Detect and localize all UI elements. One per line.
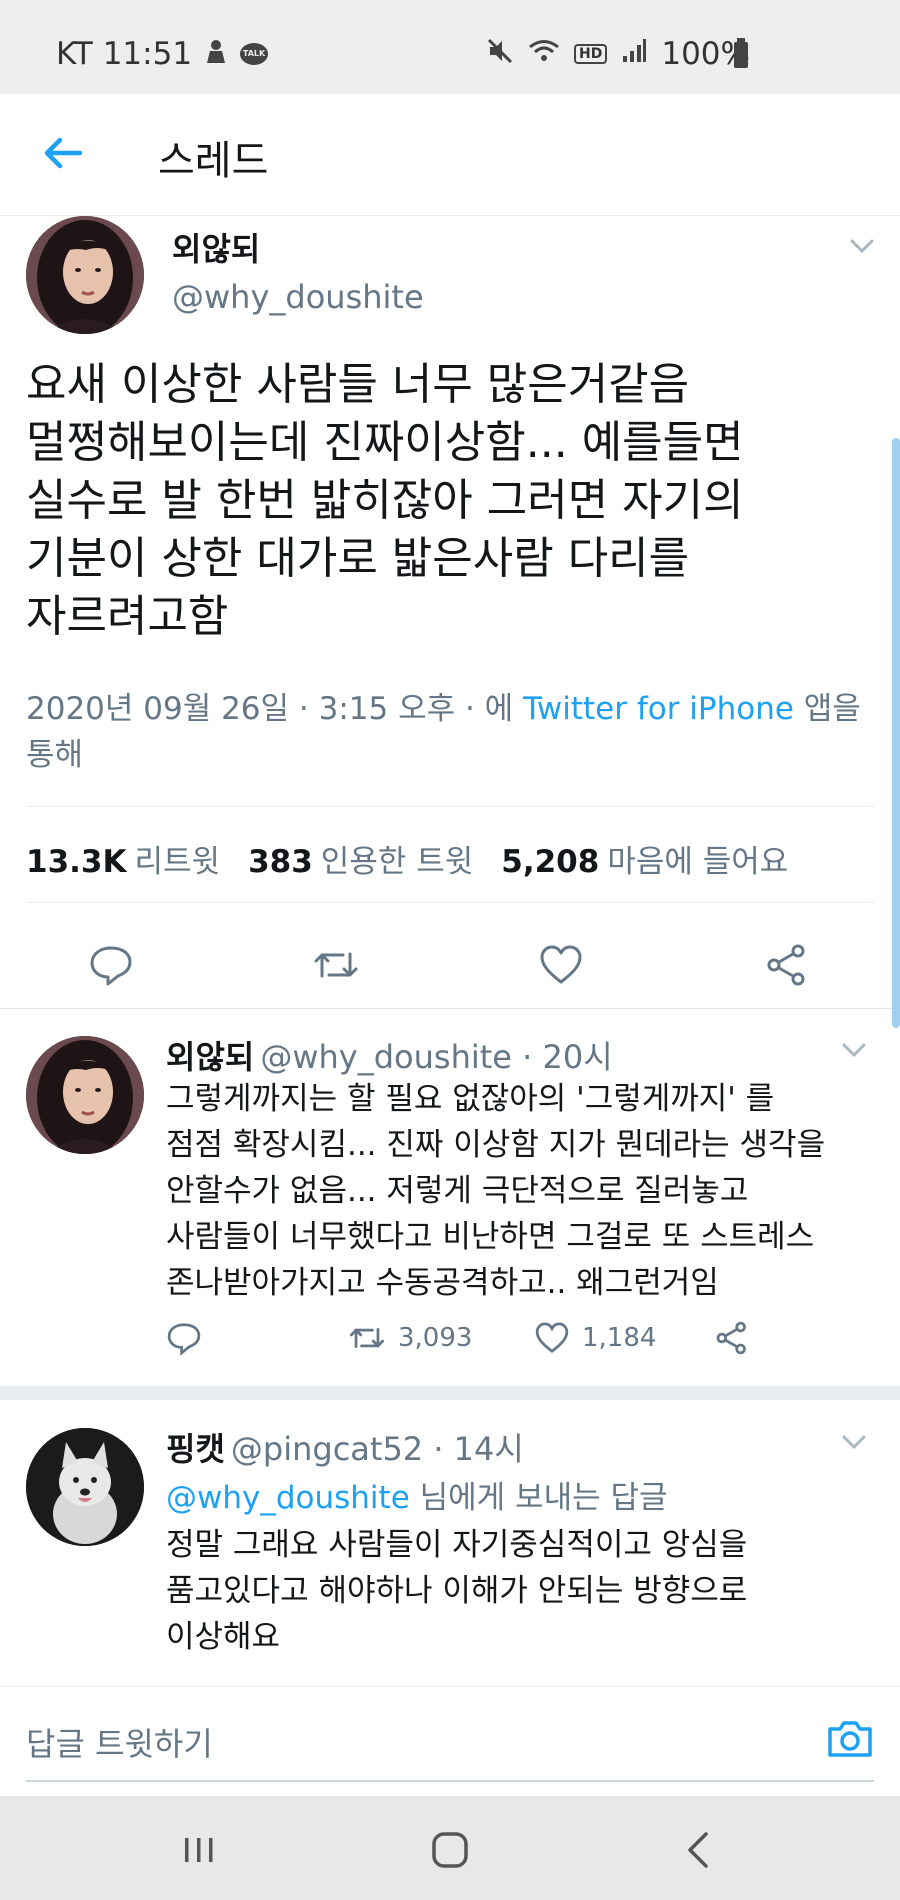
chevron-down-icon bbox=[842, 1043, 866, 1058]
retweet-button[interactable]: 3,093 bbox=[348, 1320, 472, 1356]
divider bbox=[26, 806, 874, 807]
avatar[interactable] bbox=[26, 1036, 144, 1154]
heart-icon bbox=[540, 945, 582, 984]
back-button[interactable] bbox=[40, 130, 86, 176]
reply-header: 핑캣 @pingcat52 · 14시 bbox=[166, 1424, 524, 1470]
reply-time: · 20시 bbox=[522, 1038, 613, 1076]
status-bar: KT 11:51 TALK HD 100% bbox=[0, 0, 900, 94]
hd-icon: HD bbox=[574, 44, 608, 64]
share-icon bbox=[767, 944, 805, 986]
reply-menu-button[interactable] bbox=[836, 1424, 872, 1460]
tweet-actions bbox=[0, 928, 900, 1008]
home-button[interactable] bbox=[426, 1826, 474, 1874]
reply-button[interactable] bbox=[88, 942, 134, 988]
reply-actions: 3,093 1,184 bbox=[166, 1320, 786, 1368]
share-button[interactable] bbox=[714, 1320, 750, 1356]
retweet-count: 3,093 bbox=[398, 1323, 473, 1353]
replying-to-suffix: 님에게 보내는 답글 bbox=[409, 1480, 668, 1516]
author-handle[interactable]: @why_doushite bbox=[172, 278, 424, 316]
reply-author-name[interactable]: 핑캣 bbox=[166, 1430, 225, 1468]
header: 스레드 bbox=[0, 94, 900, 216]
reply-composer: 답글 트윗하기 bbox=[0, 1686, 900, 1796]
heart-icon bbox=[535, 1322, 569, 1354]
home-icon bbox=[432, 1832, 468, 1868]
author-name[interactable]: 외않되 bbox=[172, 224, 260, 270]
reply-author-handle[interactable]: @why_doushite bbox=[260, 1038, 512, 1076]
quotes-count: 383 bbox=[248, 844, 313, 880]
reply-tweet[interactable]: 핑캣 @pingcat52 · 14시 @why_doushite 님에게 보내는… bbox=[0, 1400, 900, 1686]
arrow-left-icon bbox=[44, 137, 83, 169]
back-nav-button[interactable] bbox=[676, 1826, 724, 1874]
tweet-meta: 2020년 09월 26일 · 3:15 오후 · 에 Twitter for … bbox=[26, 686, 886, 778]
reply-icon bbox=[90, 946, 132, 986]
status-left: KT 11:51 TALK bbox=[56, 36, 269, 72]
retweets-label: 리트윗 bbox=[134, 844, 221, 880]
signal-icon bbox=[621, 38, 647, 71]
battery-icon bbox=[734, 38, 748, 68]
page-title: 스레드 bbox=[158, 138, 269, 184]
retweet-icon bbox=[314, 952, 358, 978]
reply-tweet[interactable]: 외않되 @why_doushite · 20시 그렇게까지는 할 필요 없잖아의 … bbox=[0, 1008, 900, 1386]
like-button[interactable] bbox=[538, 942, 584, 988]
avatar[interactable] bbox=[26, 216, 144, 334]
scrollbar[interactable] bbox=[892, 438, 900, 1028]
divider bbox=[26, 902, 874, 903]
composer-underline bbox=[26, 1780, 874, 1782]
status-right: HD 100% bbox=[486, 36, 750, 72]
share-button[interactable] bbox=[764, 942, 810, 988]
tweet-stats: 13.3K 리트윗 383 인용한 트윗 5,208 마음에 들어요 bbox=[26, 836, 788, 881]
reply-input[interactable]: 답글 트윗하기 bbox=[26, 1719, 213, 1765]
quotes-label: 인용한 트윗 bbox=[320, 844, 474, 880]
likes-label: 마음에 들어요 bbox=[607, 844, 789, 880]
source-app-link[interactable]: Twitter for iPhone bbox=[523, 691, 794, 727]
camera-button[interactable] bbox=[826, 1715, 874, 1763]
tweet-text: 요새 이상한 사람들 너무 많은거같음 멀쩡해보이는데 진짜이상함... 예를들… bbox=[26, 359, 744, 642]
share-icon bbox=[716, 1321, 746, 1355]
tweet-timestamp: 2020년 09월 26일 · 3:15 오후 · 에 bbox=[26, 691, 524, 727]
reply-text: 그렇게까지는 할 필요 없잖아의 '그렇게까지' 를 점점 확장시킴... 진짜… bbox=[166, 1081, 826, 1301]
chevron-down-icon bbox=[842, 1435, 866, 1450]
talk-icon: TALK bbox=[240, 43, 269, 65]
retweet-icon bbox=[349, 1328, 385, 1348]
mute-icon bbox=[486, 37, 514, 72]
recent-apps-button[interactable] bbox=[175, 1826, 223, 1874]
wifi-icon bbox=[528, 38, 560, 71]
likes-count: 5,208 bbox=[501, 844, 600, 880]
chevron-down-icon bbox=[850, 239, 874, 254]
retweets-count: 13.3K bbox=[26, 844, 127, 880]
carrier-time: KT 11:51 bbox=[56, 36, 193, 72]
recent-apps-icon bbox=[185, 1838, 213, 1862]
quotes-stat[interactable]: 383 인용한 트윗 bbox=[248, 836, 473, 881]
reply-menu-button[interactable] bbox=[836, 1032, 872, 1068]
reply-author-name[interactable]: 외않되 bbox=[166, 1038, 254, 1076]
person-icon bbox=[204, 37, 228, 72]
avatar[interactable] bbox=[26, 1428, 144, 1546]
retweet-button[interactable] bbox=[313, 942, 359, 988]
reply-author-handle[interactable]: @pingcat52 bbox=[231, 1430, 423, 1468]
reply-text: 정말 그래요 사람들이 자기중심적이고 앙심을 품고있다고 해야하나 이해가 안… bbox=[166, 1527, 748, 1655]
reply-icon bbox=[167, 1323, 201, 1356]
replying-to: @why_doushite 님에게 보내는 답글 bbox=[166, 1472, 668, 1517]
likes-stat[interactable]: 5,208 마음에 들어요 bbox=[501, 836, 788, 881]
reply-time: · 14시 bbox=[433, 1430, 524, 1468]
like-button[interactable]: 1,184 bbox=[534, 1320, 656, 1356]
like-count: 1,184 bbox=[582, 1323, 657, 1353]
chevron-left-icon bbox=[688, 1832, 708, 1868]
separator bbox=[0, 1386, 900, 1400]
system-navbar bbox=[0, 1796, 900, 1900]
mention-link[interactable]: @why_doushite bbox=[166, 1480, 410, 1516]
retweets-stat[interactable]: 13.3K 리트윗 bbox=[26, 836, 220, 881]
reply-header: 외않되 @why_doushite · 20시 bbox=[166, 1032, 613, 1078]
tweet-menu-button[interactable] bbox=[844, 228, 880, 264]
reply-button[interactable] bbox=[166, 1320, 202, 1356]
main-tweet: 외않되 @why_doushite 요새 이상한 사람들 너무 많은거같음 멀쩡… bbox=[0, 216, 900, 1008]
camera-icon bbox=[828, 1721, 872, 1757]
